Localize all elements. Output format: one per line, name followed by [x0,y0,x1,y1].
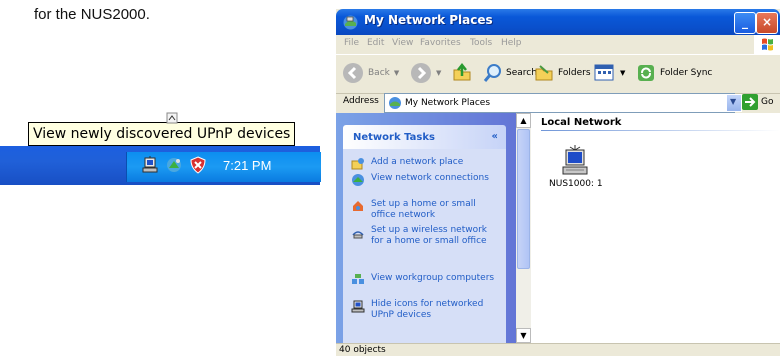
folders-button[interactable]: Folders [534,61,591,85]
folders-icon [535,65,553,81]
chevron-down-icon: ▼ [393,69,400,77]
address-dropdown-button[interactable]: ▼ [726,94,742,112]
go-button[interactable]: Go [742,94,773,110]
task-view-network-connections[interactable]: View network connections [351,173,501,187]
menu-favorites[interactable]: Favorites [420,38,461,48]
menu-file[interactable]: File [344,38,359,48]
chevron-down-icon: ▼ [436,69,442,77]
folder-sync-button[interactable]: Folder Sync [636,61,712,85]
taskbar-clock[interactable]: 7:21 PM [223,158,271,173]
windows-logo-icon [754,35,780,54]
search-icon [483,64,501,82]
tasks-scrollbar[interactable]: ▲ ▼ [516,113,531,343]
task-label: Add a network place [371,157,464,167]
scroll-up-button[interactable]: ▲ [516,113,531,128]
address-bar: Address My Network Places ▼ Go [336,93,780,113]
forward-arrow-icon [411,63,431,83]
home-network-icon [353,201,363,211]
up-folder-icon [453,62,471,81]
folder-sync-icon [638,65,654,81]
address-label: Address [343,96,379,106]
chevron-down-icon: ▼ [730,97,737,106]
address-input[interactable]: My Network Places [384,93,735,113]
menu-view[interactable]: View [392,38,413,48]
minimize-button[interactable]: _ [734,12,756,34]
back-label: Back [368,68,390,78]
workgroup-computers-icon [352,274,364,284]
task-label: View network connections [371,173,489,183]
menu-help[interactable]: Help [501,38,522,48]
upnp-tooltip: View newly discovered UPnP devices [28,122,296,146]
search-label: Search [506,68,537,78]
task-setup-home-network[interactable]: Set up a home or small office network [351,199,501,221]
up-folder-button[interactable] [451,61,473,85]
task-view-workgroup-computers[interactable]: View workgroup computers [351,273,501,287]
network-tasks-header[interactable]: Network Tasks « [343,125,506,149]
chevron-down-icon: ▼ [620,69,626,77]
close-button[interactable]: × [756,12,778,34]
task-hide-upnp-icons[interactable]: Hide icons for networked UPnP devices [351,299,501,321]
task-add-network-place[interactable]: Add a network place [351,157,501,171]
collapse-chevron-icon[interactable]: « [492,131,498,142]
network-tasks-list: Add a network place View network connect… [343,149,506,343]
network-tasks-panel: Network Tasks « Add a network place View… [343,125,506,343]
back-button[interactable]: Back ▼ [342,61,399,85]
go-arrow-icon [742,94,758,110]
menu-tools[interactable]: Tools [470,38,492,48]
tasks-pane: Network Tasks « Add a network place View… [336,113,516,343]
task-label: Set up a home or small office network [371,199,476,220]
address-value: My Network Places [405,98,491,108]
network-connection-icon[interactable] [165,156,183,174]
back-arrow-icon [343,63,363,83]
status-object-count: 40 objects [339,345,386,355]
upnp-device-icon [351,300,365,313]
status-bar: 40 objects [336,343,780,356]
system-tray: 7:21 PM [126,152,321,182]
task-setup-wireless-network[interactable]: Set up a wireless network for a home or … [351,225,501,247]
scroll-thumb[interactable] [517,129,530,269]
folders-label: Folders [558,68,591,78]
network-connections-icon [352,174,364,186]
go-label: Go [761,97,774,107]
title-bar[interactable]: My Network Places _ × [336,9,780,35]
arrow-up-icon [166,112,178,124]
task-label: Hide icons for networked UPnP devices [371,299,484,320]
network-places-icon [343,15,358,30]
folder-sync-label: Folder Sync [660,68,713,78]
wireless-network-icon [352,231,364,239]
heading-divider [541,130,780,131]
network-places-icon [389,97,401,109]
nus1000-device-icon[interactable] [562,145,588,175]
add-network-place-icon [351,158,364,170]
caption-text: for the NUS2000. [34,6,150,23]
forward-button[interactable]: ▼ [410,61,441,85]
views-grid-icon [594,64,614,81]
menu-edit[interactable]: Edit [367,38,384,48]
security-shield-icon[interactable] [189,156,207,174]
menu-bar: File Edit View Favorites Tools Help [336,35,780,54]
search-button[interactable]: Search [482,61,537,85]
nus1000-device-label[interactable]: NUS1000: 1 [549,179,603,189]
content-pane: Local Network NUS1000: 1 [531,113,780,343]
network-device-icon[interactable] [141,156,159,174]
views-button[interactable]: ▼ [594,61,625,85]
local-network-heading: Local Network [541,117,622,128]
window-title: My Network Places [364,13,493,27]
scroll-down-button[interactable]: ▼ [516,328,531,343]
task-label: View workgroup computers [371,273,495,283]
toolbar: Back ▼ ▼ Search Folders ▼ Folder Sync [336,54,780,94]
taskbar-excerpt: View newly discovered UPnP devices 7:21 … [0,112,321,185]
my-network-places-window: My Network Places _ × File Edit View Fav… [336,9,780,356]
network-tasks-title: Network Tasks [353,132,435,143]
task-label: Set up a wireless network for a home or … [371,225,488,246]
